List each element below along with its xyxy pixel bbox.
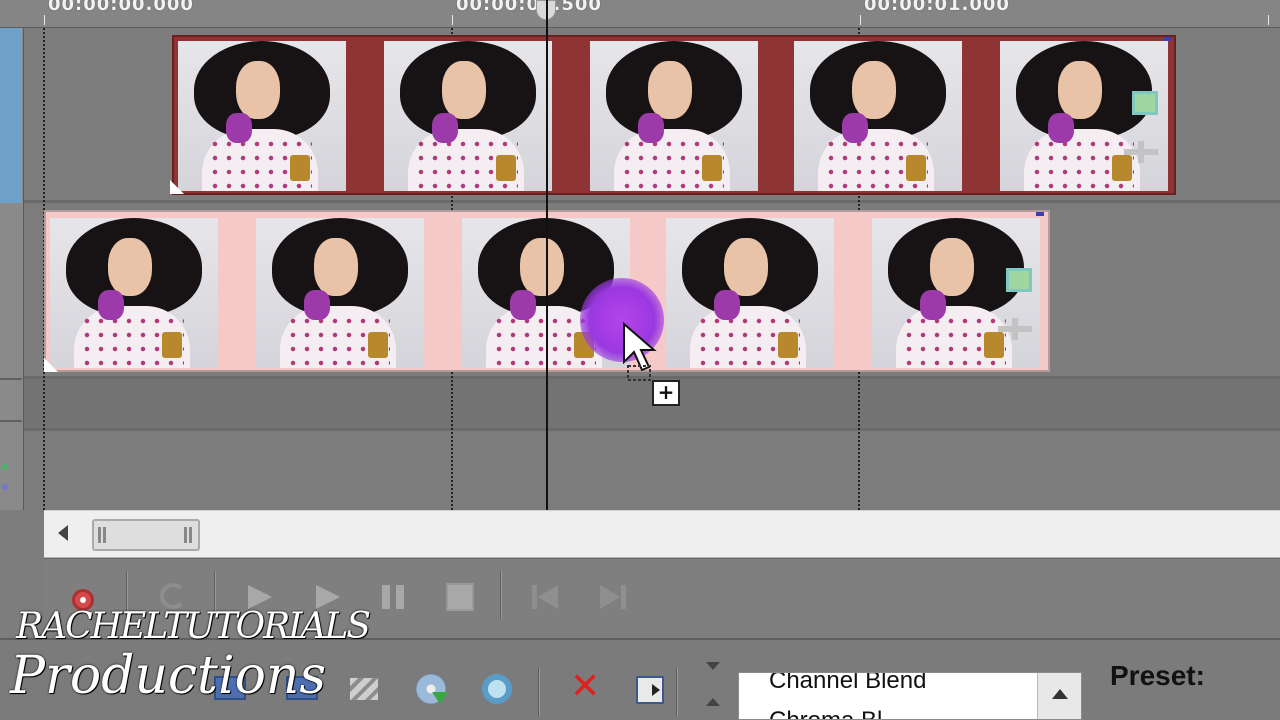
track-separator: [24, 200, 1280, 203]
pause-button[interactable]: [368, 575, 418, 619]
scroll-left-arrow-icon[interactable]: [58, 525, 68, 541]
loop-icon: [160, 583, 186, 609]
clip-end-marker: [1164, 37, 1172, 41]
record-button[interactable]: [58, 575, 108, 619]
properties-button[interactable]: [630, 670, 670, 710]
clip-thumbnail: [256, 218, 424, 368]
delete-button[interactable]: ✕: [566, 666, 606, 710]
play-icon: [316, 585, 340, 609]
properties-icon: [636, 676, 664, 704]
disc-export-icon: [416, 674, 448, 704]
toolbar-separator: [214, 571, 216, 619]
track-header-divider: [0, 420, 22, 422]
preset-label: Preset:: [1110, 660, 1205, 691]
zoom-grip-left[interactable]: [103, 527, 106, 543]
pause-icon: [382, 585, 404, 609]
clip-thumbnail: [872, 218, 1040, 368]
selected-track-header[interactable]: [0, 28, 22, 203]
track-status-icon: [2, 484, 8, 490]
loop-playback-button[interactable]: [148, 575, 198, 619]
video-clip-top[interactable]: [172, 35, 1176, 195]
zoom-grip-left[interactable]: [98, 527, 101, 543]
fade-in-handle[interactable]: [170, 180, 184, 194]
play-from-start-icon: [248, 585, 272, 609]
scroll-up-arrow-icon[interactable]: [1037, 673, 1081, 719]
fade-in-handle[interactable]: [44, 358, 58, 372]
record-icon: [72, 589, 94, 611]
crop-icon[interactable]: [1132, 91, 1158, 115]
ruler-tick: [860, 15, 861, 25]
go-to-start-button[interactable]: [520, 575, 570, 619]
crop-icon[interactable]: [1006, 268, 1032, 292]
effects-list[interactable]: Channel Blend Chroma Bl: [738, 672, 1082, 720]
track-header-panel[interactable]: [0, 28, 24, 510]
timeline-horizontal-scrollbar[interactable]: [44, 510, 1280, 558]
play-from-start-button[interactable]: [234, 575, 284, 619]
delete-icon: ✕: [570, 666, 601, 707]
ruler-tick: [452, 15, 453, 25]
zoom-grip-right[interactable]: [189, 527, 192, 543]
burn-disc-button[interactable]: [412, 670, 452, 710]
track-status-icon: [2, 464, 8, 470]
stop-button[interactable]: [434, 575, 484, 619]
toolbar-separator: [500, 571, 502, 619]
toolbar-separator: [538, 668, 540, 716]
ruler-label-start: 00:00:00.000: [48, 0, 194, 15]
film-icon: [214, 676, 246, 700]
track-separator: [24, 428, 1280, 431]
toolbar-separator: [126, 571, 128, 619]
video-editor-window: 00:00:00.000 00:00:00.500 00:00:01.000 +…: [0, 0, 1280, 720]
bottom-toolbar: ✕: [0, 638, 1280, 720]
playhead-line[interactable]: [546, 0, 548, 510]
zoom-grip-right[interactable]: [184, 527, 187, 543]
timeline-ruler[interactable]: 00:00:00.000 00:00:00.500 00:00:01.000: [0, 0, 1280, 28]
transport-bar: [44, 558, 1280, 638]
go-to-start-icon: [532, 585, 560, 609]
ruler-label-half: 00:00:00.500: [456, 0, 602, 15]
arrows-icon: [350, 678, 378, 700]
drag-copy-icon: +: [652, 380, 680, 406]
clip-thumbnail: [666, 218, 834, 368]
track-header-divider: [0, 378, 22, 380]
pan-crop-icon[interactable]: [998, 318, 1032, 340]
media-button[interactable]: [210, 670, 250, 710]
effects-list-item[interactable]: Channel Blend: [769, 673, 926, 695]
clip-thumbnail: [384, 41, 552, 191]
ruler-tick: [44, 15, 45, 25]
toolbar-separator: [676, 668, 678, 716]
scrollbar-thumb[interactable]: [92, 519, 200, 551]
transitions-button[interactable]: [344, 670, 384, 710]
panel-splitter[interactable]: [698, 656, 728, 720]
go-to-end-button[interactable]: [586, 575, 636, 619]
stop-icon: [446, 583, 474, 611]
go-to-end-icon: [598, 585, 626, 609]
search-icon: [482, 674, 512, 704]
clip-thumbnail: [50, 218, 218, 368]
effects-list-item[interactable]: Chroma Bl: [769, 707, 882, 719]
clip-end-marker: [1036, 212, 1044, 216]
ruler-tick: [1268, 15, 1269, 25]
clip-thumbnail: [794, 41, 962, 191]
clip-thumbnail: [590, 41, 758, 191]
pan-crop-icon[interactable]: [1124, 141, 1158, 163]
clip-thumbnail: [178, 41, 346, 191]
play-button[interactable]: [302, 575, 352, 619]
film-capture-icon: [286, 676, 318, 700]
ruler-label-one-second: 00:00:01.000: [864, 0, 1010, 15]
clip-thumbnail: [1000, 41, 1168, 191]
search-media-button[interactable]: [478, 670, 518, 710]
mouse-pointer-icon: [623, 322, 657, 381]
capture-button[interactable]: [282, 670, 322, 710]
